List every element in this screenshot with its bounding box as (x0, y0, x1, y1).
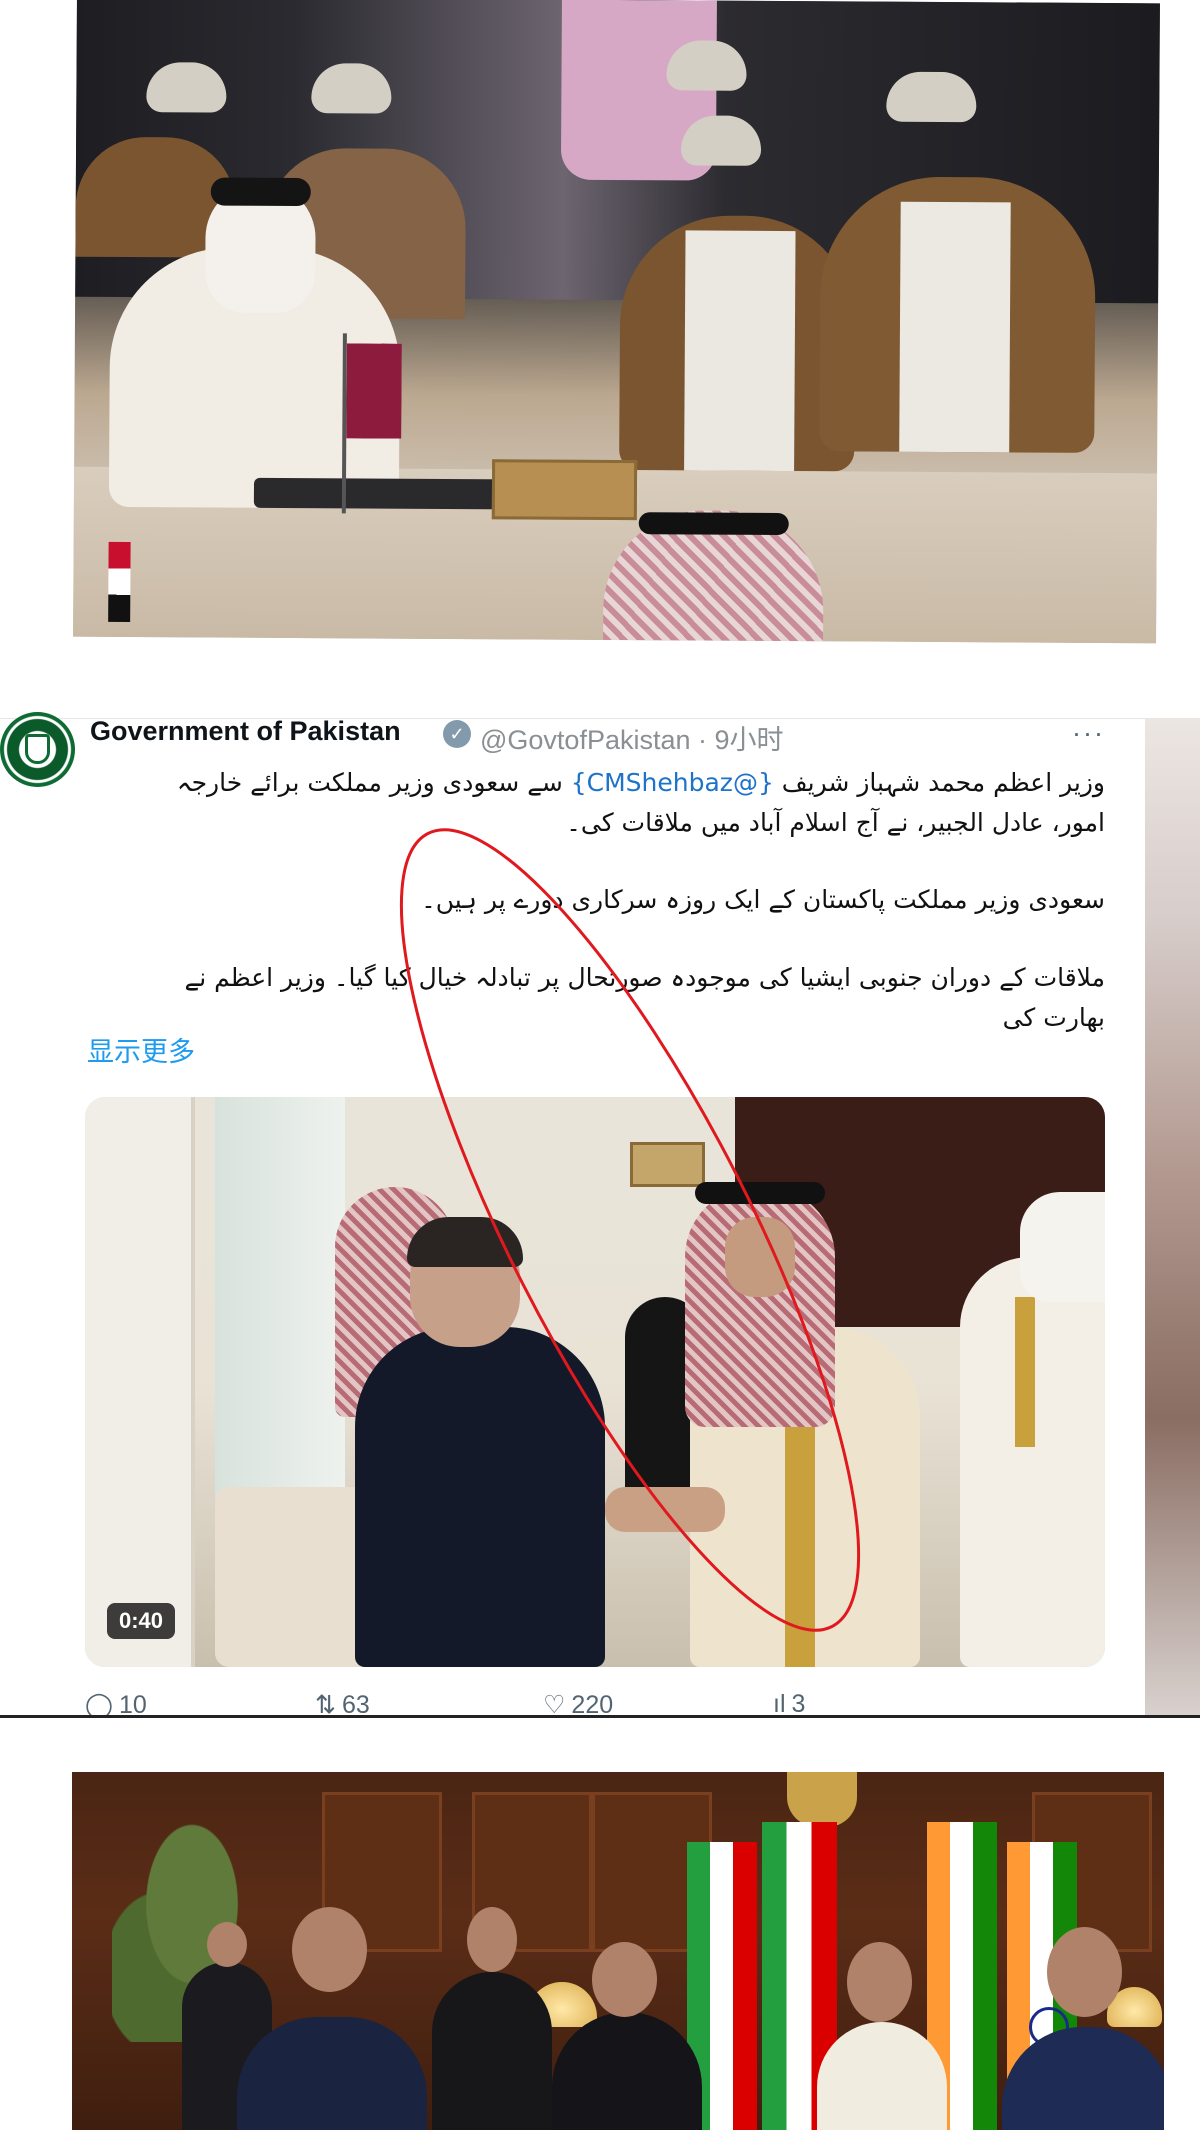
retweet-icon: ⇅ (315, 1691, 336, 1718)
author-name[interactable]: Government of Pakistan (90, 716, 401, 747)
tweet-text-line: وزیر اعظم محمد شہباز شریف {@CMShehbaz} س… (80, 763, 1105, 803)
iranian-minister (552, 2012, 702, 2130)
delegation-member (432, 1972, 552, 2130)
reply-icon: ◯ (85, 1691, 113, 1718)
tweet-text-line: بھارت کی (1002, 1003, 1105, 1032)
pakistan-emblem-icon (25, 734, 50, 764)
signing-ceremony-photo (72, 1772, 1164, 2130)
agal (638, 512, 789, 536)
tweet-video[interactable]: 0:40 (85, 1097, 1105, 1667)
tweet-text-line: ملاقات کے دوران جنوبی ایشیا کی موجودہ صو… (184, 963, 1105, 992)
tweet-text-line: امور، عادل الجبیر، نے آج اسلام آباد میں … (566, 808, 1105, 837)
retweet-button[interactable]: ⇅ 63 (315, 1690, 370, 1718)
views-icon: ıl (773, 1690, 786, 1718)
retweet-count: 63 (341, 1691, 370, 1718)
robe-trim (1015, 1297, 1035, 1447)
window (215, 1097, 345, 1497)
robe-inner (899, 201, 1011, 453)
reply-count: 10 (118, 1691, 147, 1718)
head (592, 1942, 657, 2017)
author-handle-time[interactable]: @GovtofPakistan · 9小时 (480, 718, 784, 757)
turban (886, 71, 977, 123)
table-flag (108, 541, 131, 623)
agal (695, 1182, 825, 1204)
head (1047, 1927, 1122, 2017)
video-duration-badge: 0:40 (107, 1603, 176, 1639)
prime-minister (355, 1327, 605, 1667)
tweet-action-bar: ◯ 10 ⇅ 63 ♡ 220 ıl 3 (85, 1688, 1105, 1718)
verified-badge-icon: ✓ (443, 720, 471, 748)
white-ghutra (1020, 1192, 1105, 1302)
summit-photo (73, 0, 1160, 644)
more-options-icon[interactable]: ··· (1072, 718, 1105, 749)
agal (210, 177, 311, 207)
wall-frame (630, 1142, 705, 1187)
views-button[interactable]: ıl 3 (773, 1690, 805, 1718)
qatar-flag (346, 343, 402, 438)
screen-edge (1145, 718, 1200, 1718)
avatar[interactable] (0, 712, 75, 787)
tweet-text-line: سعودی وزیر مملکت پاکستان کے ایک روزہ سرک… (421, 885, 1105, 914)
state-emblem (787, 1772, 857, 1827)
head (467, 1907, 517, 1972)
hair (407, 1217, 523, 1267)
divider (0, 1715, 1200, 1718)
views-count: 3 (791, 1690, 806, 1718)
door (85, 1097, 195, 1667)
mention-link[interactable]: {@CMShehbaz} (571, 768, 774, 797)
head (847, 1942, 912, 2022)
show-more-link[interactable]: 显示更多 (87, 1030, 195, 1069)
tweet-text: سے سعودی وزیر مملکت برائے خارجہ (176, 768, 571, 797)
tweet-text: وزیر اعظم محمد شہباز شریف (773, 768, 1105, 797)
like-button[interactable]: ♡ 220 (543, 1690, 613, 1718)
face (725, 1217, 795, 1297)
like-count: 220 (571, 1691, 614, 1718)
head (292, 1907, 367, 1992)
robe-inner (684, 230, 796, 472)
reply-button[interactable]: ◯ 10 (85, 1690, 147, 1718)
heart-icon: ♡ (543, 1691, 566, 1718)
head (207, 1922, 247, 1967)
handshake (605, 1487, 725, 1532)
name-placard (491, 459, 638, 521)
